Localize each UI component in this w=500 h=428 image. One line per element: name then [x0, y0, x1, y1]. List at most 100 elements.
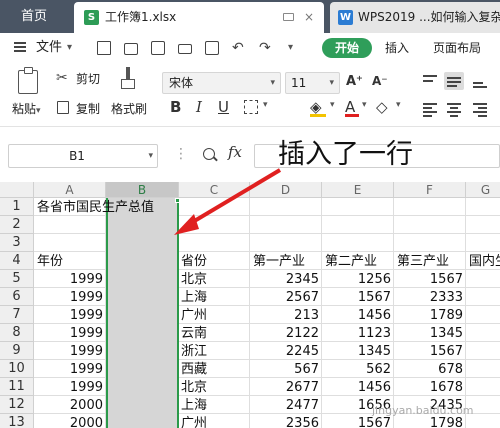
zoom-icon[interactable] — [203, 148, 215, 160]
cell-province[interactable]: 云南 — [181, 325, 241, 343]
format-painter-icon[interactable] — [121, 67, 135, 91]
copy-icon[interactable] — [57, 101, 69, 114]
cell-primary[interactable]: 2567 — [250, 289, 319, 307]
cell-tertiary[interactable]: 1345 — [394, 325, 463, 343]
paste-icon[interactable] — [18, 67, 38, 94]
row-header-6[interactable]: 6 — [0, 288, 34, 306]
quick-access-chevron-icon[interactable]: ▾ — [288, 33, 293, 63]
row-header-3[interactable]: 3 — [0, 234, 34, 252]
align-left-icon[interactable] — [420, 100, 440, 118]
cell-d4[interactable]: 第一产业 — [253, 253, 305, 271]
cell-primary[interactable]: 213 — [250, 307, 319, 325]
spreadsheet-grid[interactable]: ABCDEFG 1 2 3 4 5 6 7 8 9 10 11 12 13 各省市国民生产总值 年份 省… — [0, 182, 500, 428]
row-header-13[interactable]: 13 — [0, 414, 34, 428]
column-header-g[interactable]: G — [466, 182, 500, 198]
row-header-1[interactable]: 1 — [0, 198, 34, 216]
align-top-icon[interactable] — [420, 72, 440, 90]
cell-year[interactable]: 1999 — [34, 343, 103, 361]
open-folder-icon[interactable] — [124, 43, 138, 55]
cell-year[interactable]: 1999 — [34, 325, 103, 343]
border-chevron-icon[interactable]: ▾ — [263, 100, 268, 110]
cell-year[interactable]: 1999 — [34, 289, 103, 307]
cell-province[interactable]: 北京 — [181, 379, 241, 397]
font-color-chevron-icon[interactable]: ▾ — [362, 100, 367, 110]
cell-c4[interactable]: 省份 — [181, 253, 207, 271]
row-header-12[interactable]: 12 — [0, 396, 34, 414]
row-header-2[interactable]: 2 — [0, 216, 34, 234]
underline-button[interactable]: U — [218, 98, 229, 116]
cell-a1[interactable]: 各省市国民生产总值 — [37, 199, 154, 217]
cell-e4[interactable]: 第二产业 — [325, 253, 377, 271]
cell-year[interactable]: 1999 — [34, 271, 103, 289]
row-header-10[interactable]: 10 — [0, 360, 34, 378]
cell-tertiary[interactable]: 1567 — [394, 343, 463, 361]
tab-document-active[interactable]: S 工作簿1.xlsx × — [74, 2, 324, 33]
italic-button[interactable]: I — [196, 98, 202, 116]
hamburger-menu-icon[interactable] — [14, 42, 26, 52]
cell-secondary[interactable]: 1567 — [322, 289, 391, 307]
monitor-icon[interactable] — [283, 13, 294, 21]
tab-start[interactable]: 开始 — [322, 38, 372, 58]
tab-insert[interactable]: 插入 — [385, 33, 409, 63]
cell-province[interactable]: 西藏 — [181, 361, 241, 379]
border-icon[interactable] — [244, 100, 258, 114]
cell-tertiary[interactable]: 1567 — [394, 271, 463, 289]
cell-province[interactable]: 广州 — [181, 307, 241, 325]
fill-handle[interactable] — [175, 198, 180, 203]
font-color-button[interactable]: A — [345, 98, 359, 117]
more-options-icon[interactable]: ⋮ — [174, 146, 188, 162]
cut-button[interactable]: 剪切 — [76, 70, 100, 87]
cell-secondary[interactable]: 1256 — [322, 271, 391, 289]
increase-font-icon[interactable]: A⁺ — [346, 74, 363, 89]
insert-function-button[interactable]: fx — [228, 143, 242, 161]
row-header-4[interactable]: 4 — [0, 252, 34, 270]
cell-tertiary[interactable]: 1789 — [394, 307, 463, 325]
paste-button[interactable]: 粘贴▾ — [12, 100, 41, 117]
cell-g4[interactable]: 国内生 — [469, 253, 500, 271]
column-header-b[interactable]: B — [106, 182, 179, 198]
cell-secondary[interactable]: 562 — [322, 361, 391, 379]
format-painter-button[interactable]: 格式刷 — [111, 100, 147, 117]
tab-document-inactive[interactable]: W WPS2019 ...如何输入复杂 — [330, 2, 500, 33]
align-center-icon[interactable] — [444, 100, 464, 118]
align-right-icon[interactable] — [470, 100, 490, 118]
chevron-down-icon[interactable]: ▾ — [67, 33, 72, 63]
cell-primary[interactable]: 2345 — [250, 271, 319, 289]
bold-button[interactable]: B — [170, 98, 181, 116]
selected-column-b[interactable] — [106, 198, 179, 428]
file-menu[interactable]: 文件 — [36, 33, 62, 63]
new-file-icon[interactable] — [97, 41, 111, 55]
clear-chevron-icon[interactable]: ▾ — [396, 100, 401, 110]
tab-page-layout[interactable]: 页面布局 — [433, 33, 481, 63]
cell-primary[interactable]: 2122 — [250, 325, 319, 343]
cell-province[interactable]: 广州 — [181, 415, 241, 428]
scissors-icon[interactable]: ✂ — [56, 71, 68, 85]
redo-icon[interactable]: ↷ — [259, 41, 273, 55]
cell-province[interactable]: 上海 — [181, 289, 241, 307]
cell-secondary[interactable]: 1456 — [322, 379, 391, 397]
cell-secondary[interactable]: 1456 — [322, 307, 391, 325]
cell-province[interactable]: 上海 — [181, 397, 241, 415]
cell-a4[interactable]: 年份 — [37, 253, 63, 271]
undo-icon[interactable]: ↶ — [232, 41, 246, 55]
copy-button[interactable]: 复制 — [76, 100, 100, 117]
column-header-d[interactable]: D — [250, 182, 322, 198]
cell-tertiary[interactable]: 678 — [394, 361, 463, 379]
cell-primary[interactable]: 2477 — [250, 397, 319, 415]
tab-home[interactable]: 首页 — [0, 0, 68, 33]
print-icon[interactable] — [178, 44, 192, 54]
cell-primary[interactable]: 567 — [250, 361, 319, 379]
fill-chevron-icon[interactable]: ▾ — [330, 100, 335, 110]
row-header-5[interactable]: 5 — [0, 270, 34, 288]
cell-secondary[interactable]: 1345 — [322, 343, 391, 361]
cell-f4[interactable]: 第三产业 — [397, 253, 449, 271]
cell-province[interactable]: 北京 — [181, 271, 241, 289]
save-icon[interactable] — [151, 41, 165, 55]
name-box[interactable]: B1 ▾ — [8, 144, 158, 168]
row-header-7[interactable]: 7 — [0, 306, 34, 324]
font-size-select[interactable]: 11 ▾ — [285, 72, 340, 94]
print-preview-icon[interactable] — [205, 41, 219, 55]
cell-tertiary[interactable]: 2333 — [394, 289, 463, 307]
cell-secondary[interactable]: 1123 — [322, 325, 391, 343]
cell-year[interactable]: 2000 — [34, 397, 103, 415]
